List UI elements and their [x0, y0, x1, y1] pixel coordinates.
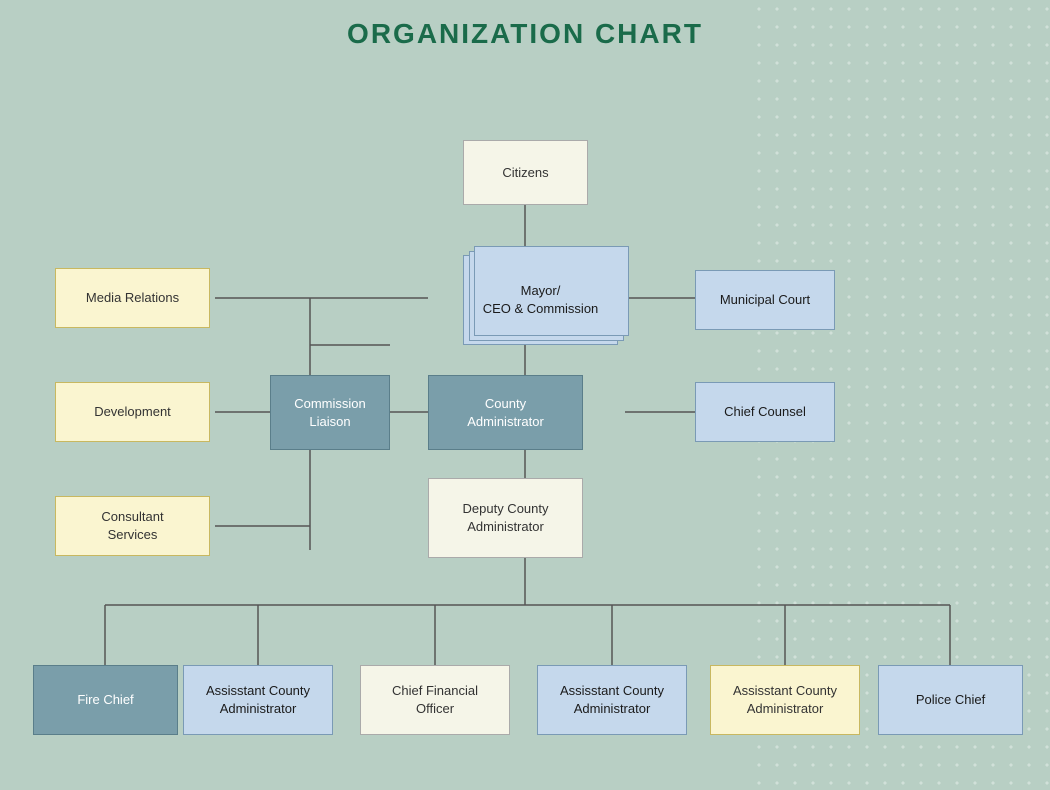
citizens-box: Citizens	[463, 140, 588, 205]
media-relations-box: Media Relations	[55, 268, 210, 328]
consultant-services-box: Consultant Services	[55, 496, 210, 556]
chart-container: Citizens Mayor/ CEO & Commission Municip…	[0, 50, 1050, 790]
page-title: ORGANIZATION CHART	[0, 0, 1050, 50]
mayor-box: Mayor/ CEO & Commission	[463, 255, 618, 345]
asst-county-admin-2-box: Assisstant County Administrator	[537, 665, 687, 735]
fire-chief-box: Fire Chief	[33, 665, 178, 735]
asst-county-admin-3-box: Assisstant County Administrator	[710, 665, 860, 735]
commission-liaison-box: Commission Liaison	[270, 375, 390, 450]
county-administrator-box: County Administrator	[428, 375, 583, 450]
deputy-county-administrator-box: Deputy County Administrator	[428, 478, 583, 558]
chief-financial-officer-box: Chief Financial Officer	[360, 665, 510, 735]
chief-counsel-box: Chief Counsel	[695, 382, 835, 442]
development-box: Development	[55, 382, 210, 442]
police-chief-box: Police Chief	[878, 665, 1023, 735]
municipal-court-box: Municipal Court	[695, 270, 835, 330]
asst-county-admin-1-box: Assisstant County Administrator	[183, 665, 333, 735]
